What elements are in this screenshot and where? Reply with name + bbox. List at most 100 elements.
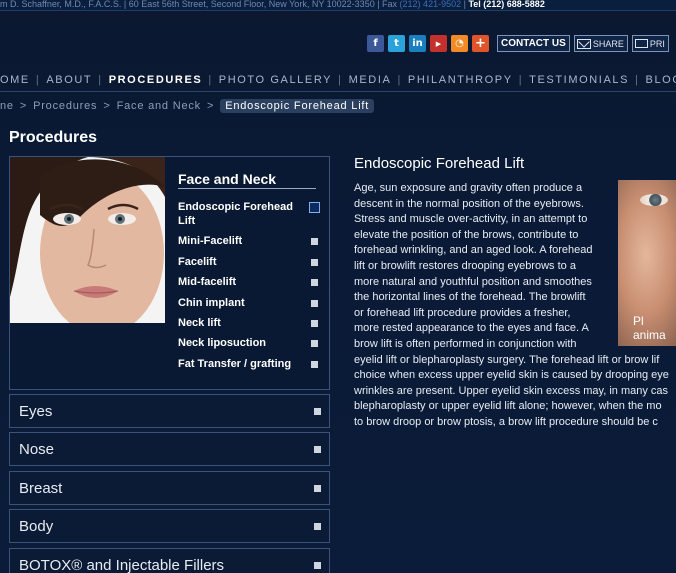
accordion-botox[interactable]: BOTOX® and Injectable Fillers bbox=[9, 548, 330, 573]
twitter-icon[interactable]: t bbox=[388, 35, 405, 52]
list-item[interactable]: Mini-Facelift bbox=[178, 234, 318, 248]
face-and-neck-panel: Face and Neck Endoscopic Forehead Lift M… bbox=[9, 156, 330, 390]
contact-us-button[interactable]: CONTACT US bbox=[497, 35, 570, 52]
nav-separator: | bbox=[338, 74, 343, 86]
nav-item-testimonials[interactable]: TESTIMONIALS bbox=[529, 74, 629, 86]
list-item[interactable]: Neck lift bbox=[178, 316, 318, 330]
square-bullet-icon bbox=[311, 258, 318, 266]
contact-bar: m D. Schaffner, M.D., F.A.C.S. | 60 East… bbox=[0, 0, 676, 11]
main-nav: OME | ABOUT | PROCEDURES | PHOTO GALLERY… bbox=[0, 72, 676, 88]
mail-icon bbox=[576, 38, 591, 49]
nav-item-media[interactable]: MEDIA bbox=[349, 74, 392, 86]
list-item-label: Mid-facelift bbox=[178, 276, 237, 289]
square-bullet-icon bbox=[314, 446, 321, 453]
nav-separator: | bbox=[518, 74, 524, 86]
list-item-label: Mini-Facelift bbox=[178, 235, 243, 248]
accordion-eyes[interactable]: Eyes bbox=[9, 394, 330, 428]
nav-separator: | bbox=[635, 74, 640, 86]
portrait-illustration bbox=[10, 157, 165, 323]
square-bullet-icon bbox=[311, 319, 318, 327]
nav-item-photo-gallery[interactable]: PHOTO GALLERY bbox=[219, 74, 332, 86]
nav-separator: | bbox=[98, 74, 103, 86]
body-line: the horizontal lines of the forehead. Th… bbox=[354, 291, 586, 304]
chevron-right-icon: > bbox=[206, 99, 215, 112]
face-procedure-list: Endoscopic Forehead Lift Mini-Facelift F… bbox=[178, 200, 320, 377]
print-label: PRI bbox=[649, 38, 665, 49]
square-bullet-icon bbox=[309, 202, 320, 213]
list-item[interactable]: Neck liposuction bbox=[178, 336, 318, 350]
breadcrumb-current: Endoscopic Forehead Lift bbox=[220, 98, 375, 113]
breadcrumb-home[interactable]: ne bbox=[0, 100, 14, 112]
share-label: SHARE bbox=[592, 38, 624, 49]
list-item[interactable]: Mid-facelift bbox=[178, 275, 318, 289]
square-bullet-icon bbox=[311, 238, 318, 246]
article-body: Age, sun exposure and gravity often prod… bbox=[354, 181, 676, 431]
accordion-breast[interactable]: Breast bbox=[9, 471, 330, 505]
accordion-label: Eyes bbox=[19, 402, 53, 420]
print-icon bbox=[634, 39, 648, 48]
fax-number: (212) 421-9502 bbox=[399, 0, 462, 9]
list-item-label: Chin implant bbox=[178, 296, 245, 309]
accordion-label: BOTOX® and Injectable Fillers bbox=[19, 556, 225, 573]
accordion-label: Nose bbox=[19, 440, 55, 458]
body-line: forehead wrinkling, and an aged look. A … bbox=[354, 244, 593, 257]
square-bullet-icon bbox=[314, 562, 321, 569]
nav-separator: | bbox=[397, 74, 402, 86]
square-bullet-icon bbox=[311, 299, 318, 307]
nav-item-philanthropy[interactable]: PHILANTHROPY bbox=[408, 74, 513, 86]
nav-item-procedures[interactable]: PROCEDURES bbox=[109, 74, 203, 86]
body-line: more rested appearance to the eyes and f… bbox=[354, 322, 589, 335]
tel-number[interactable]: Tel (212) 688-5882 bbox=[468, 0, 544, 9]
plus-icon[interactable]: + bbox=[472, 35, 489, 52]
list-item[interactable]: Endoscopic Forehead Lift bbox=[178, 200, 320, 228]
nav-separator: | bbox=[35, 74, 41, 86]
chevron-right-icon: > bbox=[103, 99, 111, 112]
list-item[interactable]: Chin implant bbox=[178, 296, 318, 310]
list-item-label: Neck lift bbox=[178, 316, 221, 329]
accordion-label: Body bbox=[19, 517, 54, 535]
facebook-icon[interactable]: f bbox=[367, 35, 384, 52]
body-line: choice when excess upper eyelid skin is … bbox=[354, 369, 669, 382]
address-text: m D. Schaffner, M.D., F.A.C.S. | 60 East… bbox=[0, 0, 400, 9]
nav-item-about[interactable]: ABOUT bbox=[46, 74, 92, 86]
youtube-icon[interactable]: ▶ bbox=[430, 35, 447, 52]
list-item[interactable]: Fat Transfer / grafting bbox=[178, 357, 318, 371]
breadcrumb-procedures[interactable]: Procedures bbox=[33, 100, 97, 112]
body-line: Age, sun exposure and gravity often prod… bbox=[354, 182, 583, 194]
accordion-body[interactable]: Body bbox=[9, 509, 330, 543]
square-bullet-icon bbox=[314, 485, 321, 492]
list-item-label: Neck liposuction bbox=[178, 337, 267, 350]
list-item[interactable]: Facelift bbox=[178, 255, 318, 269]
nav-divider bbox=[0, 91, 676, 92]
body-line: more natural and youthful position and s… bbox=[354, 275, 592, 288]
body-line: wrinkles are present. Upper eyelid skin … bbox=[354, 384, 669, 397]
breadcrumb-face-and-neck[interactable]: Face and Neck bbox=[117, 100, 201, 112]
article-title: Endoscopic Forehead Lift bbox=[354, 155, 525, 172]
nav-item-home[interactable]: OME bbox=[0, 74, 30, 86]
social-toolbar: f t in ▶ ◔ + CONTACT US SHARE PRI bbox=[367, 35, 669, 52]
body-line: eyelid lift or blepharoplasty surgery. T… bbox=[354, 353, 660, 366]
square-bullet-icon bbox=[311, 360, 318, 368]
breadcrumb: ne > Procedures > Face and Neck > Endosc… bbox=[0, 97, 375, 114]
list-item-label: Facelift bbox=[178, 255, 217, 268]
portrait-image bbox=[10, 157, 165, 323]
nav-item-blog[interactable]: BLOG bbox=[646, 74, 676, 86]
body-line: elevate the position of the brows, contr… bbox=[354, 228, 579, 241]
accordion-label: Breast bbox=[19, 479, 63, 497]
body-line: lift or browlift restores drooping eyebr… bbox=[354, 259, 576, 272]
chevron-right-icon: > bbox=[19, 99, 28, 112]
accordion-nose[interactable]: Nose bbox=[9, 432, 330, 466]
nav-separator: | bbox=[208, 74, 213, 86]
rss-icon[interactable]: ◔ bbox=[451, 35, 468, 52]
body-line: descent in the normal position of the ey… bbox=[354, 197, 584, 210]
body-line: Stress and muscle over-activity, in an a… bbox=[354, 213, 588, 226]
linkedin-icon[interactable]: in bbox=[409, 35, 426, 52]
body-line: brow lift is often performed in conjunct… bbox=[354, 337, 577, 350]
square-bullet-icon bbox=[311, 279, 318, 287]
body-line: to brow droop or brow ptosis, a brow lif… bbox=[354, 415, 658, 428]
share-button[interactable]: SHARE bbox=[573, 35, 628, 52]
print-button[interactable]: PRI bbox=[631, 35, 669, 52]
list-item-label: Fat Transfer / grafting bbox=[178, 357, 292, 370]
body-line: or forehead lift procedure provides a fr… bbox=[354, 306, 571, 319]
sidebar-title: Procedures bbox=[9, 129, 98, 146]
